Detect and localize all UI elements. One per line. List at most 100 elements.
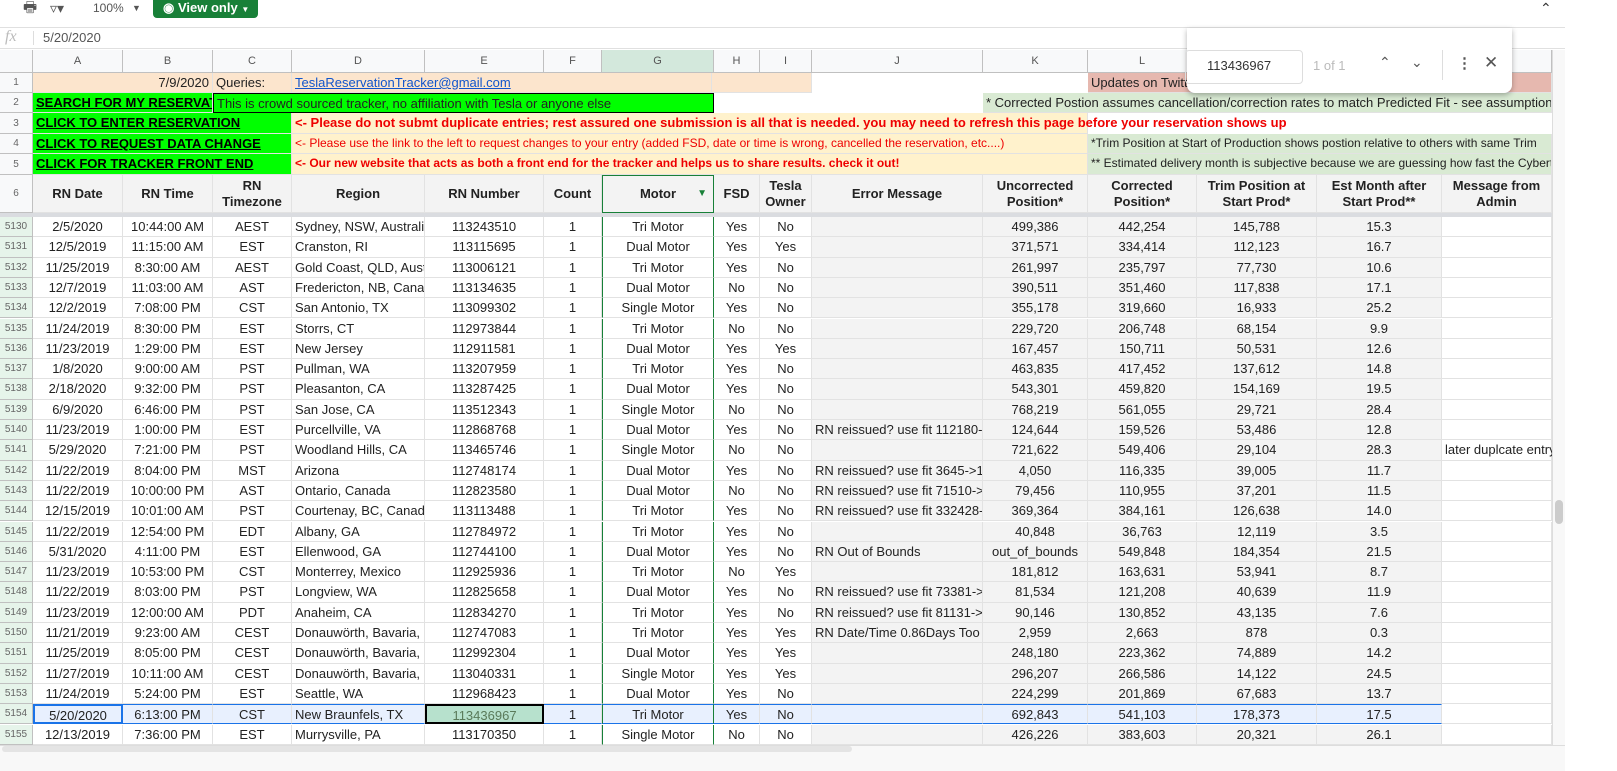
tesla-owner-cell[interactable]: Yes bbox=[760, 643, 812, 664]
uncorrected-position-cell[interactable]: 692,843 bbox=[983, 704, 1088, 725]
fsd-cell[interactable]: Yes bbox=[714, 237, 760, 258]
select-all-corner[interactable] bbox=[0, 50, 33, 73]
rn-timezone-cell[interactable]: EST bbox=[213, 541, 292, 563]
rn-time-cell[interactable]: 8:30:00 PM bbox=[123, 318, 213, 339]
motor-cell[interactable]: Dual Motor bbox=[602, 683, 714, 705]
chevron-down-icon[interactable]: ▼ bbox=[132, 0, 141, 18]
row-header[interactable]: 5133 bbox=[0, 277, 33, 299]
more-options-icon[interactable]: ⋮ bbox=[1457, 54, 1472, 72]
rn-date-cell[interactable]: 12/2/2019 bbox=[33, 298, 123, 319]
row-header[interactable]: 5136 bbox=[0, 338, 33, 360]
rn-number-cell[interactable]: 112823580 bbox=[425, 480, 544, 502]
tesla-owner-cell[interactable]: No bbox=[760, 521, 812, 542]
tesla-owner-cell[interactable]: No bbox=[760, 217, 812, 238]
admin-message-cell[interactable] bbox=[1442, 420, 1552, 441]
motor-cell[interactable]: Single Motor bbox=[602, 724, 714, 745]
count-cell[interactable]: 1 bbox=[544, 562, 602, 583]
rn-date-cell[interactable]: 11/27/2019 bbox=[33, 663, 123, 684]
row-header[interactable]: 5151 bbox=[0, 643, 33, 664]
trim-position-cell[interactable]: 178,373 bbox=[1197, 704, 1317, 725]
count-cell[interactable]: 1 bbox=[544, 217, 602, 238]
rn-time-cell[interactable]: 10:00:00 PM bbox=[123, 480, 213, 502]
count-cell[interactable]: 1 bbox=[544, 338, 602, 360]
tesla-owner-cell[interactable]: No bbox=[760, 298, 812, 319]
count-cell[interactable]: 1 bbox=[544, 257, 602, 278]
rn-date-cell[interactable]: 11/21/2019 bbox=[33, 623, 123, 644]
rn-date-cell[interactable]: 12/15/2019 bbox=[33, 501, 123, 522]
rn-number-cell[interactable]: 112911581 bbox=[425, 338, 544, 360]
region-cell[interactable]: Gold Coast, QLD, Australia bbox=[292, 257, 425, 278]
error-message-cell[interactable] bbox=[812, 521, 983, 542]
rn-number-cell[interactable]: 113436967 bbox=[425, 704, 544, 725]
column-header-a[interactable]: A bbox=[33, 50, 123, 73]
corrected-position-cell[interactable]: 2,663 bbox=[1088, 623, 1197, 644]
uncorrected-position-cell[interactable]: 543,301 bbox=[983, 379, 1088, 400]
admin-message-cell[interactable] bbox=[1442, 501, 1552, 522]
error-message-cell[interactable]: RN reissued? use fit 81131->1 bbox=[812, 602, 983, 623]
rn-date-cell[interactable]: 2/18/2020 bbox=[33, 379, 123, 400]
count-cell[interactable]: 1 bbox=[544, 724, 602, 745]
rn-time-cell[interactable]: 11:15:00 AM bbox=[123, 237, 213, 258]
region-cell[interactable]: San Jose, CA bbox=[292, 399, 425, 420]
rn-time-cell[interactable]: 11:03:00 AM bbox=[123, 277, 213, 299]
error-message-cell[interactable] bbox=[812, 724, 983, 745]
motor-cell[interactable]: Single Motor bbox=[602, 663, 714, 684]
region-cell[interactable]: Donauwörth, Bavaria, Germany bbox=[292, 623, 425, 644]
motor-cell[interactable]: Single Motor bbox=[602, 298, 714, 319]
rn-timezone-cell[interactable]: CST bbox=[213, 562, 292, 583]
corrected-position-cell[interactable]: 417,452 bbox=[1088, 359, 1197, 380]
enter-reservation-link[interactable]: CLICK TO ENTER RESERVATION bbox=[33, 113, 292, 134]
motor-cell[interactable]: Dual Motor bbox=[602, 582, 714, 603]
admin-message-cell[interactable] bbox=[1442, 359, 1552, 380]
motor-cell[interactable]: Tri Motor bbox=[602, 704, 714, 725]
error-message-cell[interactable]: RN reissued? use fit 73381->1 bbox=[812, 582, 983, 603]
fsd-cell[interactable]: No bbox=[714, 440, 760, 461]
rn-number-cell[interactable]: 112784972 bbox=[425, 521, 544, 542]
corrected-position-cell[interactable]: 561,055 bbox=[1088, 399, 1197, 420]
error-message-cell[interactable] bbox=[812, 379, 983, 400]
rn-date-cell[interactable]: 11/24/2019 bbox=[33, 683, 123, 705]
est-month-cell[interactable]: 11.9 bbox=[1317, 582, 1442, 603]
corrected-position-cell[interactable]: 541,103 bbox=[1088, 704, 1197, 725]
est-month-cell[interactable]: 19.5 bbox=[1317, 379, 1442, 400]
rn-timezone-cell[interactable]: CST bbox=[213, 298, 292, 319]
rn-number-cell[interactable]: 112834270 bbox=[425, 602, 544, 623]
rn-date-cell[interactable]: 5/20/2020 bbox=[33, 704, 123, 725]
rn-timezone-cell[interactable]: PST bbox=[213, 359, 292, 380]
est-month-cell[interactable]: 14.8 bbox=[1317, 359, 1442, 380]
uncorrected-position-cell[interactable]: 390,511 bbox=[983, 277, 1088, 299]
rn-number-cell[interactable]: 113040331 bbox=[425, 663, 544, 684]
corrected-position-cell[interactable]: 351,460 bbox=[1088, 277, 1197, 299]
admin-message-cell[interactable] bbox=[1442, 623, 1552, 644]
error-message-cell[interactable] bbox=[812, 237, 983, 258]
rn-number-cell[interactable]: 113207959 bbox=[425, 359, 544, 380]
rn-timezone-cell[interactable]: EST bbox=[213, 683, 292, 705]
tesla-owner-cell[interactable]: No bbox=[760, 379, 812, 400]
corrected-position-cell[interactable]: 235,797 bbox=[1088, 257, 1197, 278]
row-header[interactable]: 5131 bbox=[0, 237, 33, 258]
error-message-cell[interactable]: RN reissued? use fit 71510->1 bbox=[812, 480, 983, 502]
corrected-position-cell[interactable]: 36,763 bbox=[1088, 521, 1197, 542]
trim-position-cell[interactable]: 68,154 bbox=[1197, 318, 1317, 339]
corrected-position-cell[interactable]: 549,406 bbox=[1088, 440, 1197, 461]
fsd-cell[interactable]: Yes bbox=[714, 420, 760, 441]
motor-cell[interactable]: Dual Motor bbox=[602, 420, 714, 441]
uncorrected-position-cell[interactable]: 296,207 bbox=[983, 663, 1088, 684]
rn-timezone-cell[interactable]: PST bbox=[213, 582, 292, 603]
row-header[interactable]: 5132 bbox=[0, 257, 33, 278]
tesla-owner-cell[interactable]: Yes bbox=[760, 237, 812, 258]
tesla-owner-cell[interactable]: Yes bbox=[760, 338, 812, 360]
fsd-cell[interactable]: Yes bbox=[714, 643, 760, 664]
rn-timezone-cell[interactable]: AST bbox=[213, 277, 292, 299]
error-message-cell[interactable] bbox=[812, 318, 983, 339]
column-header-b[interactable]: B bbox=[123, 50, 213, 73]
admin-message-cell[interactable] bbox=[1442, 237, 1552, 258]
rn-date-cell[interactable]: 11/23/2019 bbox=[33, 602, 123, 623]
count-cell[interactable]: 1 bbox=[544, 359, 602, 380]
formula-input[interactable]: 5/20/2020 bbox=[43, 30, 101, 45]
count-cell[interactable]: 1 bbox=[544, 582, 602, 603]
rn-date-cell[interactable]: 11/24/2019 bbox=[33, 318, 123, 339]
rn-date-cell[interactable]: 11/22/2019 bbox=[33, 460, 123, 481]
uncorrected-position-cell[interactable]: 4,050 bbox=[983, 460, 1088, 481]
rn-number-cell[interactable]: 112868768 bbox=[425, 420, 544, 441]
